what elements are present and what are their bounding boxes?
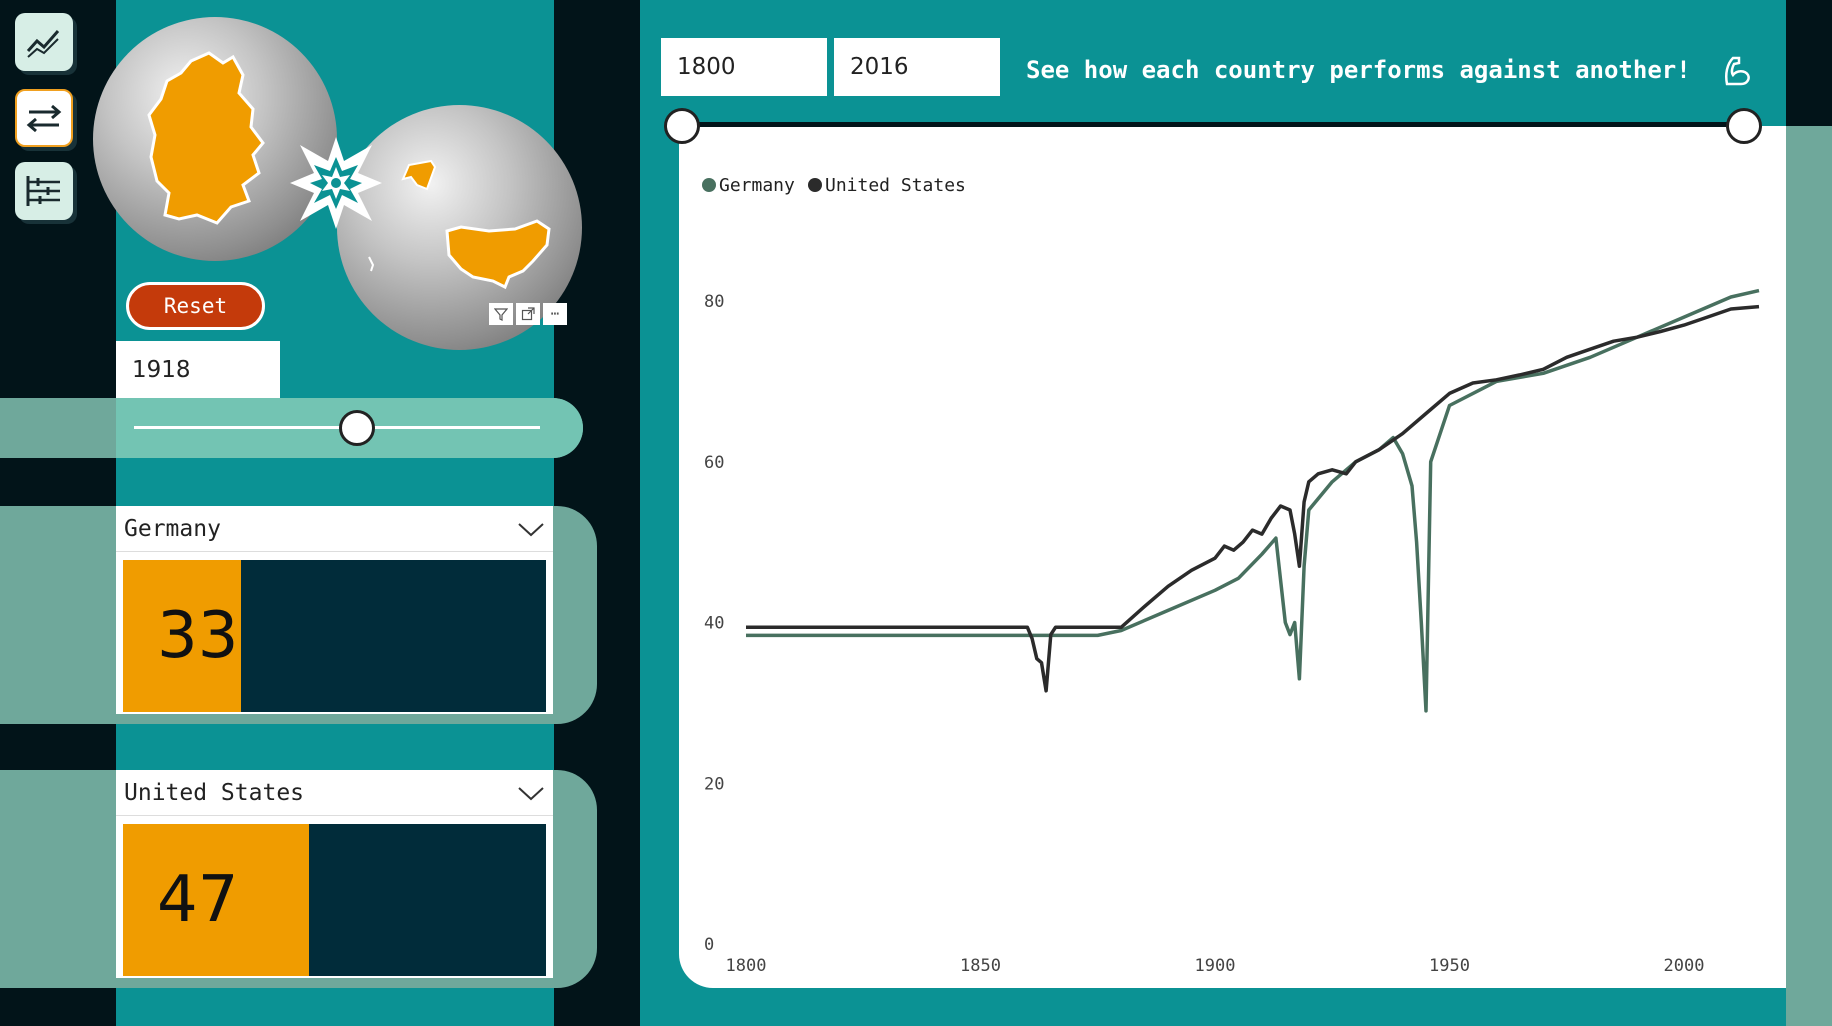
range-slider-track[interactable] bbox=[682, 122, 1746, 127]
country-select-1[interactable]: Germany bbox=[116, 506, 553, 552]
y-tick-label: 60 bbox=[704, 453, 724, 473]
chevron-down-icon[interactable] bbox=[517, 785, 545, 801]
x-tick-label: 1800 bbox=[726, 956, 767, 976]
score-bar: 47 bbox=[123, 824, 546, 976]
country-select-2[interactable]: United States bbox=[116, 770, 553, 816]
filter-sliders-icon bbox=[26, 176, 60, 206]
year-slider-thumb[interactable] bbox=[339, 410, 375, 446]
legend-marker bbox=[808, 178, 822, 192]
legend-marker bbox=[702, 178, 716, 192]
versus-burst-icon bbox=[290, 137, 382, 229]
focus-mode-icon[interactable] bbox=[516, 303, 540, 325]
range-slider-start-thumb[interactable] bbox=[664, 108, 700, 144]
series-line-germany bbox=[746, 288, 1760, 713]
compare-icon bbox=[26, 104, 62, 133]
chart-series bbox=[746, 288, 1760, 713]
flexed-arm-icon bbox=[1725, 56, 1750, 86]
nav-compare-button[interactable] bbox=[15, 89, 73, 147]
series-line-united-states bbox=[746, 304, 1760, 693]
y-tick-label: 0 bbox=[704, 935, 714, 955]
x-tick-label: 1950 bbox=[1429, 956, 1470, 976]
score-bar: 33 bbox=[123, 560, 546, 712]
more-options-icon[interactable]: ⋯ bbox=[543, 303, 567, 325]
y-tick-label: 40 bbox=[704, 614, 724, 634]
right-accent-strip bbox=[1786, 126, 1832, 1026]
score-card-2: 47 bbox=[116, 816, 553, 978]
legend-label: Germany bbox=[719, 175, 795, 196]
x-tick-label: 1850 bbox=[960, 956, 1001, 976]
chevron-down-icon[interactable] bbox=[517, 521, 545, 537]
range-slider-end-thumb[interactable] bbox=[1726, 108, 1762, 144]
selected-year-value: 1918 bbox=[116, 341, 280, 398]
country-select-value: Germany bbox=[124, 515, 221, 542]
range-start-input[interactable]: 1800 bbox=[661, 38, 827, 96]
score-value: 33 bbox=[157, 599, 239, 673]
score-card-1: 33 bbox=[116, 552, 553, 714]
dashboard: ⋯ Reset 1918 Germany 33 United States 47… bbox=[0, 0, 1832, 1026]
chart-legend: Germany United States bbox=[702, 175, 966, 196]
range-end-input[interactable]: 2016 bbox=[834, 38, 1000, 96]
y-axis: 0 20 40 60 80 bbox=[704, 292, 724, 955]
year-slider-track[interactable] bbox=[134, 426, 540, 429]
reset-button[interactable]: Reset bbox=[126, 282, 265, 330]
y-tick-label: 20 bbox=[704, 774, 724, 794]
headline: See how each country performs against an… bbox=[1026, 54, 1753, 88]
country-select-value: United States bbox=[124, 779, 305, 806]
filter-icon[interactable] bbox=[489, 303, 513, 325]
headline-text: See how each country performs against an… bbox=[1026, 56, 1691, 84]
x-axis: 1800 1850 1900 1950 2000 bbox=[726, 956, 1705, 976]
x-tick-label: 1900 bbox=[1195, 956, 1236, 976]
nav-trend-button[interactable] bbox=[15, 13, 73, 71]
nav-filter-button[interactable] bbox=[15, 162, 73, 220]
trend-icon bbox=[26, 30, 60, 58]
visual-header-toolbar: ⋯ bbox=[489, 303, 569, 325]
life-expectancy-chart: Germany United States 020406080 1800 1850 1… bbox=[702, 175, 1760, 976]
y-tick-label: 80 bbox=[704, 292, 724, 312]
legend-label: United States bbox=[825, 175, 966, 196]
score-value: 47 bbox=[157, 863, 239, 937]
x-tick-label: 2000 bbox=[1663, 956, 1704, 976]
